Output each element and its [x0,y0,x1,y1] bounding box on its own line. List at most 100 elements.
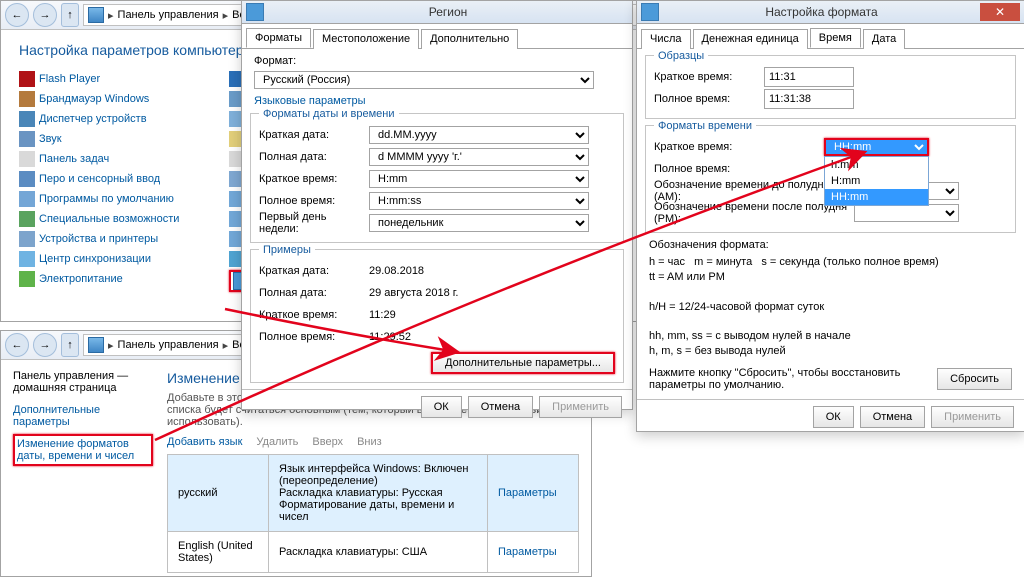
group-examples-title: Примеры [259,244,315,256]
language-params-link[interactable]: Параметры [498,546,557,558]
close-button[interactable]: ✕ [980,3,1020,21]
nav-forward-button[interactable]: → [33,3,57,27]
sound-icon [19,131,35,147]
dropdown-option[interactable]: h:mm [825,157,928,173]
language-row[interactable]: русскийЯзык интерфейса Windows: Включен … [168,455,579,532]
cancel-button[interactable]: Отмена [468,396,533,418]
short-time-sample [764,67,854,87]
apply-button: Применить [931,406,1014,428]
cp-item[interactable]: Специальные возможности [19,210,179,228]
link-date-formats[interactable]: Изменение форматов даты, времени и чисел [13,434,153,466]
prog-icon [19,191,35,207]
cp-item[interactable]: Flash Player [19,70,179,88]
print-icon [19,231,35,247]
cp-item-label[interactable]: Звук [39,133,62,145]
up-language-link: Вверх [312,436,343,448]
format-settings-dialog: Настройка формата ✕ Числа Денежная едини… [636,0,1024,432]
group-timeformats-title: Форматы времени [654,120,756,132]
short-time-select[interactable]: H:mm [369,170,589,188]
cp-item-label[interactable]: Брандмауэр Windows [39,93,149,105]
del-language-link: Удалить [256,436,298,448]
cp-item-label[interactable]: Специальные возможности [39,213,179,225]
language-table: русскийЯзык интерфейса Windows: Включен … [167,454,579,573]
cp-item[interactable]: Звук [19,130,179,148]
short-time-format-dropdown[interactable]: h:mmH:mmHH:mm [824,156,929,206]
flash-icon [19,71,35,87]
reset-hint: Нажмите кнопку "Сбросить", чтобы восстан… [649,367,927,391]
acc-icon [19,211,35,227]
long-date-select[interactable]: d MMMM yyyy 'г.' [369,148,589,166]
group-samples-title: Образцы [654,50,708,62]
nav-up-button[interactable]: ↑ [61,333,79,357]
dev-icon [19,111,35,127]
tab-date[interactable]: Дата [863,29,905,49]
left-title: Панель управления — домашняя страница [13,370,153,394]
cp-item[interactable]: Электропитание [19,270,179,288]
down-language-link: Вниз [357,436,382,448]
cp-item[interactable]: Перо и сенсорный ввод [19,170,179,188]
cp-icon [88,7,104,23]
cp-item-label[interactable]: Электропитание [39,273,123,285]
language-name: English (United States) [168,532,269,573]
language-row[interactable]: English (United States)Раскладка клавиат… [168,532,579,573]
language-params-link[interactable]: Параметры [498,487,557,499]
tab-currency[interactable]: Денежная единица [693,29,808,49]
dropdown-option[interactable]: H:mm [825,173,928,189]
cp-item[interactable]: Панель задач [19,150,179,168]
tab-numbers[interactable]: Числа [641,29,691,49]
tab-extra[interactable]: Дополнительно [421,29,518,49]
legend-title: Обозначения формата: [649,239,1012,251]
ok-button[interactable]: ОК [813,406,854,428]
world-icon [641,3,659,21]
cp-item-label[interactable]: Диспетчер устройств [39,113,147,125]
nav-back-button[interactable]: ← [5,333,29,357]
region-dialog: Регион Форматы Местоположение Дополнител… [241,0,633,410]
long-time-select[interactable]: H:mm:ss [369,192,589,210]
cp-icon [88,337,104,353]
power-icon [19,271,35,287]
pm-symbol-select[interactable] [854,204,959,222]
cp-item[interactable]: Устройства и принтеры [19,230,179,248]
nav-forward-button[interactable]: → [33,333,57,357]
language-name: русский [168,455,269,532]
cancel-button[interactable]: Отмена [860,406,925,428]
language-prefs-link[interactable]: Языковые параметры [254,95,366,107]
region-tabs: Форматы Местоположение Дополнительно [242,28,632,49]
tab-formats[interactable]: Форматы [246,28,311,48]
nav-up-button[interactable]: ↑ [61,3,79,27]
apply-button: Применить [539,396,622,418]
more-settings-button[interactable]: Дополнительные параметры... [431,352,615,374]
cp-item[interactable]: Центр синхронизации [19,250,179,268]
format-select[interactable]: Русский (Россия) [254,71,594,89]
short-time-format-select[interactable]: HH:mm [824,138,929,156]
breadcrumb-part[interactable]: Панель управления [118,339,219,351]
cp-item-label[interactable]: Перо и сенсорный ввод [39,173,160,185]
add-language-link[interactable]: Добавить язык [167,436,242,448]
cp-item[interactable]: Программы по умолчанию [19,190,179,208]
world-icon [246,3,264,21]
tab-location[interactable]: Местоположение [313,29,419,49]
language-desc: Раскладка клавиатуры: США [269,532,488,573]
tab-time[interactable]: Время [810,28,861,48]
dropdown-option[interactable]: HH:mm [825,189,928,205]
dialog-title: Регион [268,5,628,19]
nav-back-button[interactable]: ← [5,3,29,27]
dialog-title: Настройка формата [663,5,980,19]
wall-icon [19,91,35,107]
sync-icon [19,251,35,267]
ok-button[interactable]: ОК [421,396,462,418]
reset-button[interactable]: Сбросить [937,368,1012,390]
language-desc: Язык интерфейса Windows: Включен (переоп… [269,455,488,532]
cp-item-label[interactable]: Flash Player [39,73,100,85]
link-extra-params[interactable]: Дополнительные параметры [13,404,153,428]
cp-item[interactable]: Диспетчер устройств [19,110,179,128]
legend-text: h = час m = минута s = секунда (только п… [649,255,1012,359]
short-date-select[interactable]: dd.MM.yyyy [369,126,589,144]
cp-item-label[interactable]: Панель задач [39,153,109,165]
cp-item[interactable]: Брандмауэр Windows [19,90,179,108]
cp-item-label[interactable]: Программы по умолчанию [39,193,174,205]
breadcrumb-part[interactable]: Панель управления [118,9,219,21]
cp-item-label[interactable]: Центр синхронизации [39,253,151,265]
first-day-select[interactable]: понедельник [369,214,589,232]
cp-item-label[interactable]: Устройства и принтеры [39,233,158,245]
